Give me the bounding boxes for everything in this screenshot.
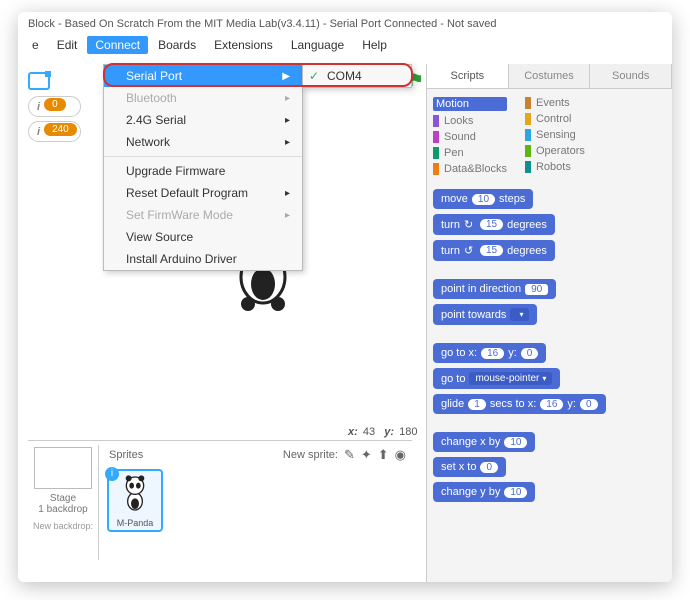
- sprites-label: Sprites: [109, 449, 143, 461]
- tab-scripts[interactable]: Scripts: [427, 64, 509, 88]
- block-goto-xy[interactable]: go to x:16y:0: [433, 343, 546, 363]
- block-change-y[interactable]: change y by10: [433, 482, 535, 502]
- stage-size-icon[interactable]: [28, 72, 50, 90]
- block-turn-cw[interactable]: turn↻15degrees: [433, 214, 555, 235]
- submenu-com4[interactable]: ✓COM4: [303, 65, 411, 87]
- menu-help[interactable]: Help: [354, 36, 395, 54]
- menu-24g-serial[interactable]: 2.4G Serial▸: [104, 109, 302, 131]
- sprite-info-icon[interactable]: i: [105, 467, 119, 481]
- rotate-ccw-icon: ↺: [464, 244, 476, 257]
- block-goto[interactable]: go tomouse-pointer: [433, 368, 560, 389]
- cat-sound[interactable]: Sound: [433, 131, 507, 143]
- menu-file[interactable]: e: [24, 36, 47, 54]
- upload-icon[interactable]: ⬆: [378, 447, 389, 463]
- connect-dropdown: Serial Port▶ Bluetooth▸ 2.4G Serial▸ Net…: [103, 64, 303, 271]
- tab-costumes[interactable]: Costumes: [509, 64, 591, 88]
- block-categories: Motion Looks Sound Pen Data&Blocks Event…: [427, 89, 672, 185]
- readout-b: i240: [28, 121, 81, 142]
- cat-looks[interactable]: Looks: [433, 115, 507, 127]
- block-move[interactable]: move10steps: [433, 189, 533, 209]
- menu-upgrade-firmware[interactable]: Upgrade Firmware: [104, 160, 302, 182]
- stage-readouts: i0 i240: [28, 72, 81, 146]
- sprite-tile-mpanda[interactable]: i M-Panda: [107, 469, 163, 532]
- tab-sounds[interactable]: Sounds: [590, 64, 672, 88]
- stage-coordinates: x: 43 y: 180: [348, 426, 417, 438]
- block-change-x[interactable]: change x by10: [433, 432, 535, 452]
- menu-set-firmware-mode[interactable]: Set FirmWare Mode▸: [104, 204, 302, 226]
- menu-extensions[interactable]: Extensions: [206, 36, 281, 54]
- cat-data[interactable]: Data&Blocks: [433, 163, 507, 175]
- menu-boards[interactable]: Boards: [150, 36, 204, 54]
- paint-new-icon[interactable]: ✦: [361, 447, 372, 463]
- block-set-x[interactable]: set x to0: [433, 457, 506, 477]
- cat-operators[interactable]: Operators: [525, 145, 585, 157]
- menu-reset-default[interactable]: Reset Default Program▸: [104, 182, 302, 204]
- tabs: Scripts Costumes Sounds: [427, 64, 672, 89]
- panda-thumb-icon: [111, 473, 159, 513]
- block-point-direction[interactable]: point in direction90: [433, 279, 556, 299]
- cat-pen[interactable]: Pen: [433, 147, 507, 159]
- camera-icon[interactable]: ◉: [395, 447, 406, 463]
- menu-view-source[interactable]: View Source: [104, 226, 302, 248]
- cat-sensing[interactable]: Sensing: [525, 129, 585, 141]
- cat-robots[interactable]: Robots: [525, 161, 585, 173]
- menu-bluetooth[interactable]: Bluetooth▸: [104, 87, 302, 109]
- title-bar: Block - Based On Scratch From the MIT Me…: [18, 12, 672, 34]
- new-sprite-label: New sprite:: [283, 449, 338, 461]
- serial-port-submenu: ✓COM4: [302, 64, 412, 88]
- blocks-palette: move10steps turn↻15degrees turn↺15degree…: [427, 185, 672, 506]
- menu-bar: e Edit Connect Boards Extensions Languag…: [18, 34, 672, 60]
- block-turn-ccw[interactable]: turn↺15degrees: [433, 240, 555, 261]
- menu-install-arduino-driver[interactable]: Install Arduino Driver: [104, 248, 302, 270]
- block-point-towards[interactable]: point towards: [433, 304, 537, 325]
- readout-a: i0: [28, 96, 81, 117]
- block-glide[interactable]: glide1secs to x:16y:0: [433, 394, 606, 414]
- menu-network[interactable]: Network▸: [104, 131, 302, 153]
- rotate-cw-icon: ↻: [464, 218, 476, 231]
- menu-serial-port[interactable]: Serial Port▶: [104, 65, 302, 87]
- menu-edit[interactable]: Edit: [49, 36, 86, 54]
- cat-control[interactable]: Control: [525, 113, 585, 125]
- paintbrush-icon[interactable]: ✎: [344, 447, 355, 463]
- menu-connect[interactable]: Connect: [87, 36, 148, 54]
- cat-events[interactable]: Events: [525, 97, 585, 109]
- menu-language[interactable]: Language: [283, 36, 352, 54]
- stage-thumbnail[interactable]: Stage 1 backdrop New backdrop:: [28, 445, 98, 560]
- check-icon: ✓: [309, 69, 319, 83]
- cat-motion[interactable]: Motion: [433, 97, 507, 111]
